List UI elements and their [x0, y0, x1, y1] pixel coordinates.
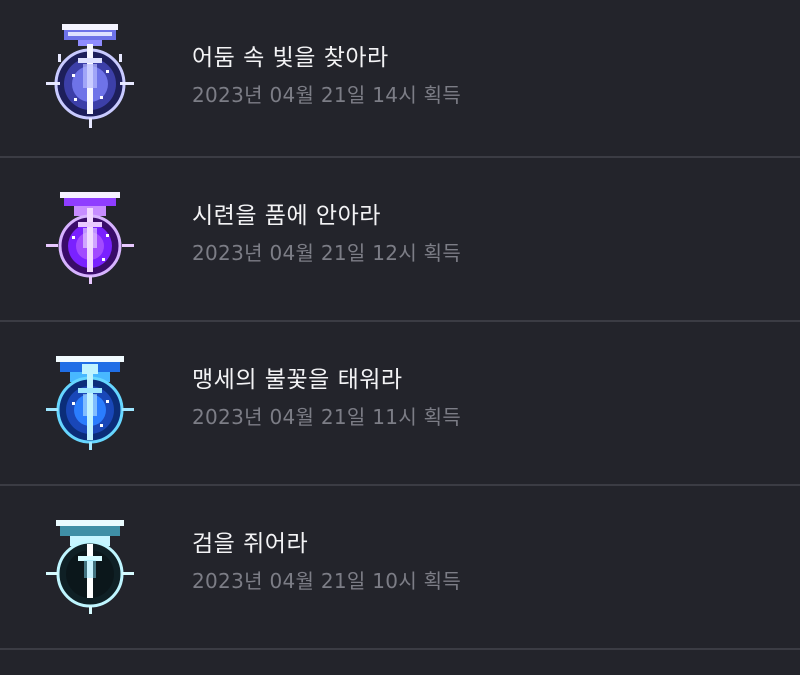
achievement-date: 2023년 04월 21일 10시 획득	[192, 569, 462, 593]
medal-purple-blue-icon	[34, 18, 146, 130]
list-item[interactable]: 검을 쥐어라 2023년 04월 21일 10시 획득	[0, 486, 800, 650]
achievement-title: 검을 쥐어라	[192, 531, 309, 557]
list-item[interactable]: 어둠 속 빛을 찾아라 2023년 04월 21일 14시 획득	[0, 0, 800, 158]
medal-sword-icon	[34, 504, 146, 616]
achievement-date: 2023년 04월 21일 11시 획득	[192, 405, 462, 429]
list-item[interactable]: 시련을 품에 안아라 2023년 04월 21일 12시 획득	[0, 158, 800, 322]
medal-blue-flame-icon	[34, 340, 146, 452]
achievement-title: 어둠 속 빛을 찾아라	[192, 45, 389, 71]
achievement-date: 2023년 04월 21일 12시 획득	[192, 241, 462, 265]
achievement-date: 2023년 04월 21일 14시 획득	[192, 83, 462, 107]
achievement-title: 맹세의 불꽃을 태워라	[192, 367, 403, 393]
achievement-list: 어둠 속 빛을 찾아라 2023년 04월 21일 14시 획득 시련을 품에 …	[0, 0, 800, 675]
medal-violet-icon	[34, 176, 146, 288]
list-item[interactable]: 맹세의 불꽃을 태워라 2023년 04월 21일 11시 획득	[0, 322, 800, 486]
achievement-title: 시련을 품에 안아라	[192, 203, 381, 229]
